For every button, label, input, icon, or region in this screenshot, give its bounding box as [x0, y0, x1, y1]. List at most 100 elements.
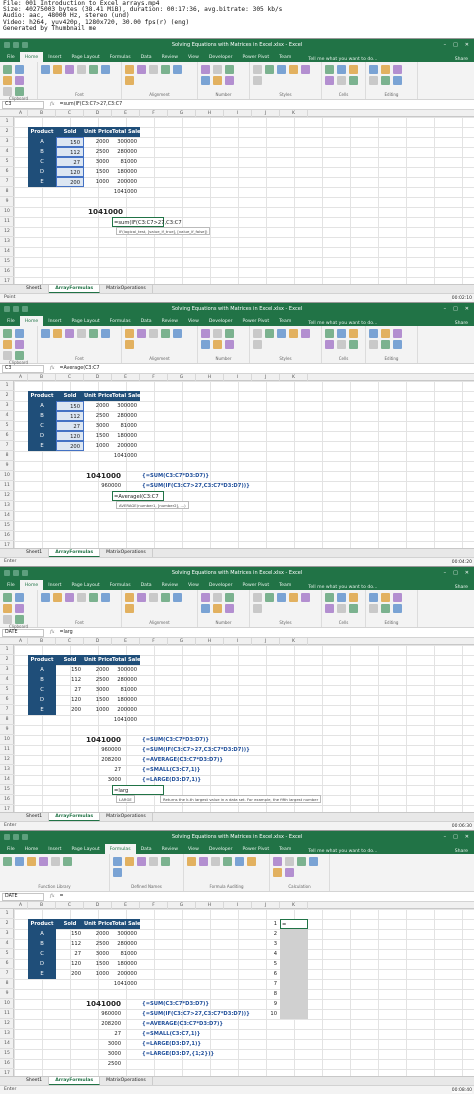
ribbon-tab[interactable]: Team [274, 580, 296, 590]
ribbon-tab[interactable]: View [183, 580, 204, 590]
ribbon-tab[interactable]: Data [136, 580, 157, 590]
row-header[interactable]: 16 [0, 531, 14, 541]
ribbon-command-icon[interactable] [265, 329, 275, 338]
row-header[interactable]: 8 [0, 451, 14, 461]
table-cell[interactable]: 81000 [112, 949, 140, 959]
ribbon-command-icon[interactable] [15, 593, 25, 602]
row-header[interactable]: 11 [0, 481, 14, 491]
table-cell[interactable]: 200000 [112, 705, 140, 715]
ribbon-command-icon[interactable] [65, 593, 75, 602]
ribbon-command-icon[interactable] [201, 593, 211, 602]
column-header[interactable]: A [14, 110, 28, 117]
sheet-tab[interactable]: Sheet1 [20, 549, 50, 557]
column-header[interactable]: C [56, 638, 84, 645]
table-cell[interactable]: 200 [56, 177, 84, 187]
row-header[interactable]: 11 [0, 1009, 14, 1019]
k-value-cell[interactable]: 10 [252, 1009, 280, 1019]
row-header[interactable]: 12 [0, 227, 14, 237]
ribbon-command-icon[interactable] [369, 604, 379, 613]
sheet-tab[interactable]: ArrayFormulas [49, 1077, 101, 1085]
table-cell[interactable]: 1500 [84, 695, 112, 705]
row-header[interactable]: 6 [0, 431, 14, 441]
ribbon-command-icon[interactable] [369, 329, 379, 338]
ribbon-tab[interactable]: Team [274, 316, 296, 326]
table-header-cell[interactable]: Sold [56, 391, 84, 401]
ribbon-tab[interactable]: Developer [204, 52, 238, 62]
table-header-cell[interactable]: Product [28, 391, 56, 401]
ribbon-tab[interactable]: File [2, 844, 20, 854]
k-value-cell[interactable]: 4 [252, 949, 280, 959]
column-header[interactable]: B [28, 110, 56, 117]
column-header[interactable]: C [56, 374, 84, 381]
ribbon-command-icon[interactable] [77, 593, 87, 602]
row-header[interactable]: 2 [0, 127, 14, 137]
table-cell[interactable]: A [28, 401, 56, 411]
table-cell[interactable]: 112 [56, 939, 84, 949]
sheet-tab[interactable]: MatrixOperations [100, 549, 153, 557]
row-header[interactable]: 1 [0, 645, 14, 655]
table-cell[interactable]: 81000 [112, 685, 140, 695]
row-header[interactable]: 12 [0, 755, 14, 765]
ribbon-command-icon[interactable] [301, 65, 311, 74]
row-header[interactable]: 14 [0, 247, 14, 257]
column-header[interactable]: F [140, 902, 168, 909]
ribbon-tab[interactable]: Review [157, 580, 183, 590]
table-cell[interactable]: 3000 [84, 949, 112, 959]
ribbon-command-icon[interactable] [337, 604, 347, 613]
ribbon-command-icon[interactable] [201, 604, 211, 613]
ribbon-command-icon[interactable] [285, 868, 295, 877]
ribbon-command-icon[interactable] [51, 857, 61, 866]
cell-editor[interactable]: =sum(IF(C3:C7>27,C3:C7 [112, 217, 182, 227]
k-value-cell[interactable]: 5 [252, 959, 280, 969]
ribbon-command-icon[interactable] [125, 329, 135, 338]
table-cell[interactable]: 81000 [112, 157, 140, 167]
sheet-tab[interactable]: ArrayFormulas [49, 549, 101, 557]
row-header[interactable]: 3 [0, 929, 14, 939]
ribbon-command-icon[interactable] [101, 65, 111, 74]
ribbon-command-icon[interactable] [277, 65, 287, 74]
result-value[interactable]: 27 [72, 1029, 124, 1039]
table-cell[interactable]: A [28, 137, 56, 147]
k-value-cell[interactable]: 3 [252, 939, 280, 949]
table-cell[interactable]: C [28, 685, 56, 695]
ribbon-command-icon[interactable] [277, 593, 287, 602]
ribbon-tab[interactable]: Page Layout [66, 580, 104, 590]
ribbon-command-icon[interactable] [65, 329, 75, 338]
row-header[interactable]: 7 [0, 441, 14, 451]
ribbon-tab[interactable]: View [183, 844, 204, 854]
row-header[interactable]: 14 [0, 1039, 14, 1049]
table-header-cell[interactable]: Product [28, 127, 56, 137]
ribbon-command-icon[interactable] [393, 340, 403, 349]
formula-input[interactable]: =Average(C3:C7 [59, 366, 99, 371]
ribbon-command-icon[interactable] [15, 351, 25, 360]
row-header[interactable]: 13 [0, 501, 14, 511]
column-header[interactable]: F [140, 638, 168, 645]
worksheet-grid[interactable]: ABCDEFGHIJK 1 2 3 4 5 6 7 8 9 10 11 12 13 14 15 16 17 Pr… [0, 638, 474, 814]
table-header-cell[interactable]: Sold [56, 655, 84, 665]
name-box[interactable]: C3 [2, 100, 44, 109]
table-cell[interactable]: 27 [56, 949, 84, 959]
ribbon-tab[interactable]: Data [136, 844, 157, 854]
ribbon-tab[interactable]: Formulas [105, 52, 136, 62]
selected-range[interactable] [280, 919, 308, 1019]
ribbon-command-icon[interactable] [225, 340, 235, 349]
table-cell[interactable]: B [28, 939, 56, 949]
table-cell[interactable]: 200000 [112, 441, 140, 451]
table-cell[interactable]: 180000 [112, 431, 140, 441]
table-cell[interactable]: 120 [56, 167, 84, 177]
column-header[interactable]: E [112, 902, 140, 909]
k-value-cell[interactable]: 8 [252, 989, 280, 999]
name-box[interactable]: C3 [2, 364, 44, 373]
column-header[interactable]: A [14, 638, 28, 645]
row-header[interactable]: 6 [0, 959, 14, 969]
total-sales-sum[interactable]: 1041000 [112, 715, 140, 725]
ribbon-command-icon[interactable] [3, 340, 13, 349]
row-header[interactable]: 6 [0, 695, 14, 705]
row-header[interactable]: 1 [0, 909, 14, 919]
table-cell[interactable]: 120 [56, 431, 84, 441]
table-cell[interactable]: 1500 [84, 959, 112, 969]
sheet-tab[interactable]: MatrixOperations [100, 813, 153, 821]
column-header[interactable]: B [28, 374, 56, 381]
table-cell[interactable]: 300000 [112, 665, 140, 675]
row-header[interactable]: 1 [0, 117, 14, 127]
